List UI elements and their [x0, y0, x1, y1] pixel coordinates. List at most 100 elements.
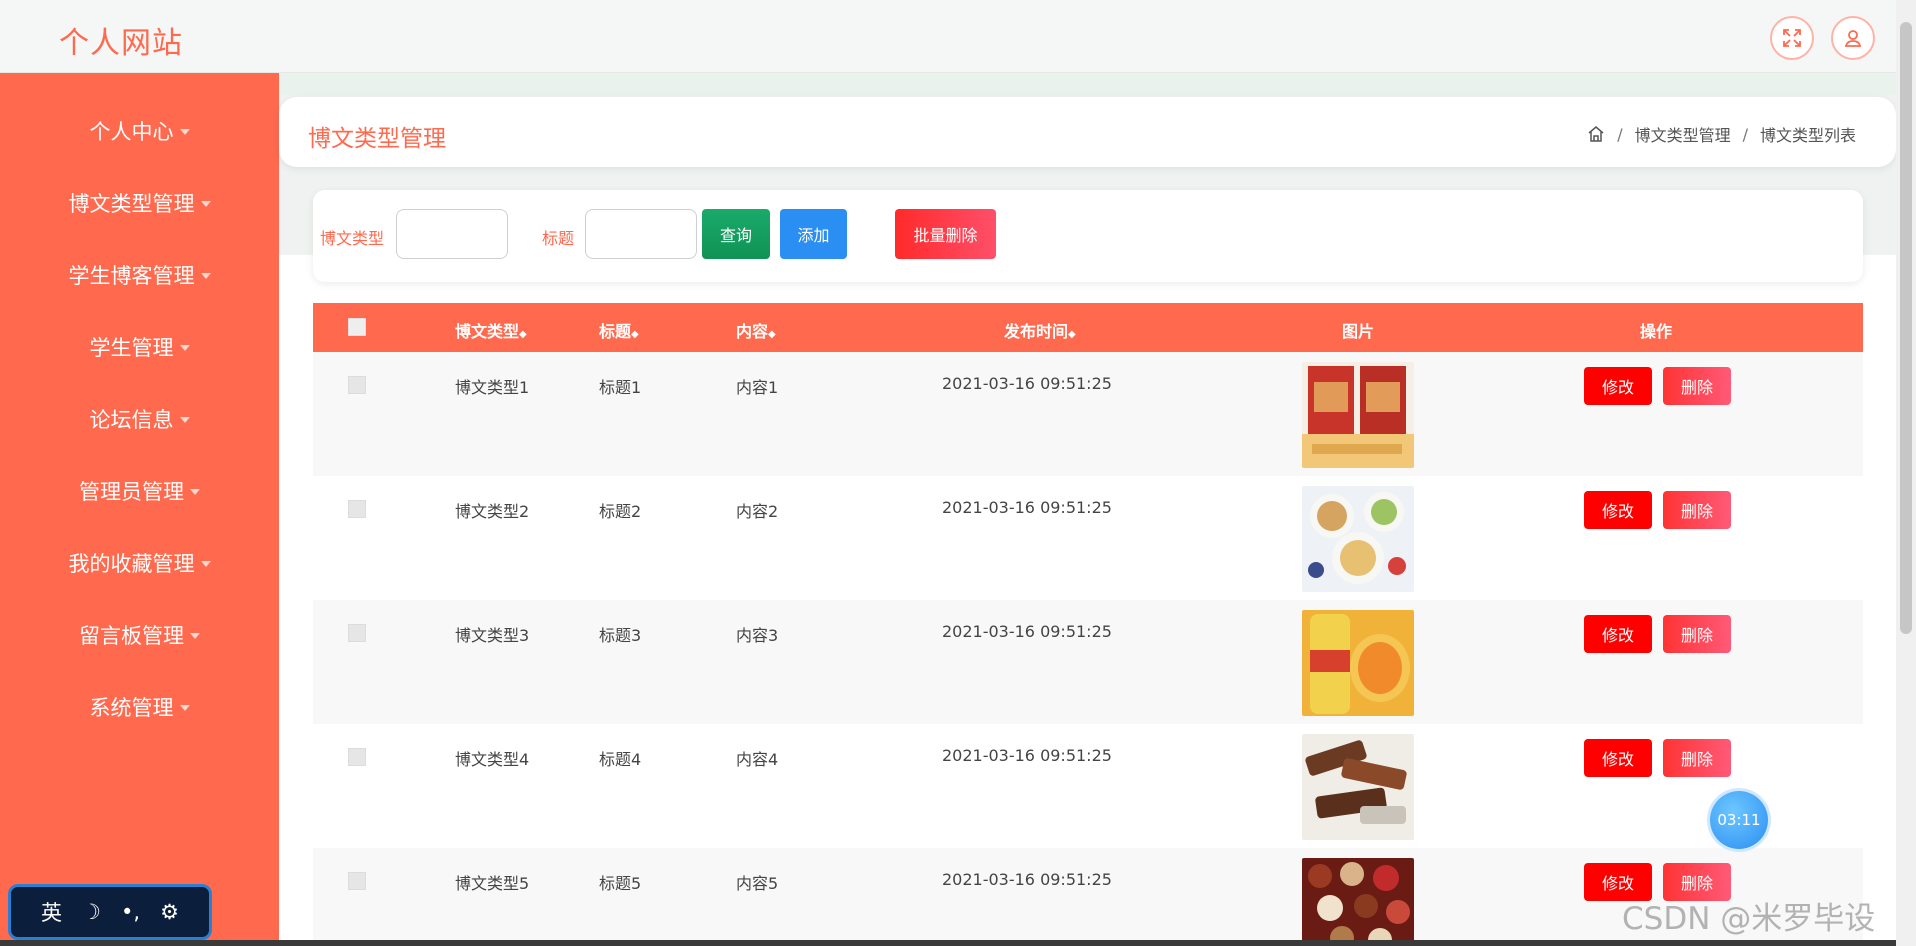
scrollbar-thumb[interactable] [1900, 22, 1912, 634]
table-header: 博文类型◆ 标题◆ 内容◆ 发布时间◆ 图片 操作 [313, 303, 1863, 352]
sidebar: 个人中心 博文类型管理 学生博客管理 学生管理 论坛信息 管理员管理 我的收藏管… [0, 73, 279, 946]
sort-icon: ◆ [768, 329, 776, 340]
breadcrumb-item[interactable]: 博文类型管理 [1635, 122, 1731, 146]
sidebar-item-label: 系统管理 [89, 696, 174, 720]
sidebar-item-label: 学生博客管理 [68, 264, 195, 288]
cell-title: 标题5 [599, 874, 642, 893]
cell-content: 内容4 [736, 750, 779, 769]
caret-down-icon [200, 273, 211, 279]
add-button[interactable]: 添加 [780, 209, 847, 259]
caret-down-icon [179, 129, 190, 135]
thumbnail-image [1302, 858, 1414, 946]
user-icon[interactable] [1831, 16, 1875, 60]
row-checkbox[interactable] [348, 624, 366, 642]
sidebar-item-label: 博文类型管理 [68, 192, 195, 216]
table-row: 博文类型3 标题3 内容3 2021-03-16 09:51:25 修改 删除 [313, 600, 1863, 724]
table-row: 博文类型1 标题1 内容1 2021-03-16 09:51:25 修改 删除 [313, 352, 1863, 476]
delete-button[interactable]: 删除 [1663, 615, 1731, 653]
column-header-publish-time[interactable]: 发布时间◆ [1004, 318, 1076, 342]
cell-publish-time: 2021-03-16 09:51:25 [942, 870, 1112, 889]
caret-down-icon [200, 201, 211, 207]
cell-type: 博文类型3 [455, 626, 530, 645]
sidebar-item-label: 管理员管理 [79, 480, 184, 504]
column-header-content[interactable]: 内容◆ [736, 318, 776, 342]
title-input[interactable] [585, 209, 697, 259]
delete-button[interactable]: 删除 [1663, 491, 1731, 529]
thumbnail-image [1302, 486, 1414, 592]
query-button[interactable]: 查询 [702, 209, 770, 259]
cell-content: 内容2 [736, 502, 779, 521]
column-header-image: 图片 [1342, 322, 1375, 341]
row-checkbox[interactable] [348, 748, 366, 766]
cell-type: 博文类型5 [455, 874, 530, 893]
gear-icon[interactable]: ⚙ [160, 900, 179, 924]
thumbnail-image [1302, 362, 1414, 468]
sidebar-item-label: 留言板管理 [79, 624, 184, 648]
fullscreen-icon[interactable] [1770, 16, 1814, 60]
page-title: 博文类型管理 [308, 126, 446, 152]
row-checkbox[interactable] [348, 872, 366, 890]
edit-button[interactable]: 修改 [1584, 615, 1652, 653]
title-label: 标题 [542, 229, 575, 248]
sidebar-item-system-management[interactable]: 系统管理 [0, 685, 279, 729]
table-row: 博文类型4 标题4 内容4 2021-03-16 09:51:25 修改 删除 [313, 724, 1863, 848]
breadcrumb: / 博文类型管理 / 博文类型列表 [1587, 122, 1856, 146]
ime-language-toggle[interactable]: 英 [41, 897, 62, 927]
column-header-actions: 操作 [1640, 322, 1673, 341]
home-icon[interactable] [1587, 125, 1605, 143]
sidebar-item-student-blog-management[interactable]: 学生博客管理 [0, 253, 279, 297]
moon-icon[interactable]: ☽ [82, 900, 101, 924]
column-header-type[interactable]: 博文类型◆ [455, 318, 527, 342]
row-checkbox[interactable] [348, 500, 366, 518]
vertical-scrollbar[interactable] [1896, 0, 1916, 946]
sidebar-item-personal-center[interactable]: 个人中心 [0, 109, 279, 153]
top-strip [279, 73, 1896, 95]
batch-delete-button[interactable]: 批量删除 [895, 209, 996, 259]
sort-icon: ◆ [1068, 329, 1076, 340]
cell-title: 标题3 [599, 626, 642, 645]
sidebar-item-favorites-management[interactable]: 我的收藏管理 [0, 541, 279, 585]
caret-down-icon [179, 417, 190, 423]
sidebar-item-message-board-management[interactable]: 留言板管理 [0, 613, 279, 657]
sidebar-item-blog-type-management[interactable]: 博文类型管理 [0, 181, 279, 225]
column-header-title[interactable]: 标题◆ [599, 318, 639, 342]
timer-badge[interactable]: 03:11 [1710, 791, 1768, 849]
cell-publish-time: 2021-03-16 09:51:25 [942, 622, 1112, 641]
page-header-card: 博文类型管理 / 博文类型管理 / 博文类型列表 [279, 97, 1896, 167]
cell-type: 博文类型2 [455, 502, 530, 521]
cell-content: 内容5 [736, 874, 779, 893]
thumbnail-image [1302, 610, 1414, 716]
edit-button[interactable]: 修改 [1584, 491, 1652, 529]
edit-button[interactable]: 修改 [1584, 367, 1652, 405]
select-all-checkbox[interactable] [348, 318, 366, 336]
sidebar-item-forum-info[interactable]: 论坛信息 [0, 397, 279, 441]
watermark: CSDN @米罗毕设 [1622, 901, 1876, 937]
site-logo-title[interactable]: 个人网站 [59, 18, 183, 62]
row-checkbox[interactable] [348, 376, 366, 394]
caret-down-icon [179, 345, 190, 351]
cell-publish-time: 2021-03-16 09:51:25 [942, 374, 1112, 393]
search-bar: 博文类型 标题 查询 添加 批量删除 [313, 190, 1863, 282]
sort-icon: ◆ [631, 329, 639, 340]
cell-title: 标题2 [599, 502, 642, 521]
sidebar-item-admin-management[interactable]: 管理员管理 [0, 469, 279, 513]
cell-publish-time: 2021-03-16 09:51:25 [942, 498, 1112, 517]
caret-down-icon [200, 561, 211, 567]
blog-type-label: 博文类型 [320, 229, 385, 248]
cell-content: 内容1 [736, 378, 779, 397]
edit-button[interactable]: 修改 [1584, 739, 1652, 777]
blog-type-input[interactable] [396, 209, 508, 259]
sidebar-item-label: 我的收藏管理 [68, 552, 195, 576]
punctuation-icon[interactable]: •, [121, 900, 140, 924]
sidebar-item-student-management[interactable]: 学生管理 [0, 325, 279, 369]
bottom-divider [0, 940, 1896, 946]
sort-icon: ◆ [519, 329, 527, 340]
delete-button[interactable]: 删除 [1663, 739, 1731, 777]
cell-title: 标题1 [599, 378, 642, 397]
sidebar-item-label: 论坛信息 [89, 408, 174, 432]
delete-button[interactable]: 删除 [1663, 367, 1731, 405]
caret-down-icon [190, 633, 200, 639]
cell-title: 标题4 [599, 750, 642, 769]
main-content: 博文类型管理 / 博文类型管理 / 博文类型列表 博文类型 标题 查询 添加 批… [279, 73, 1896, 946]
caret-down-icon [179, 705, 190, 711]
